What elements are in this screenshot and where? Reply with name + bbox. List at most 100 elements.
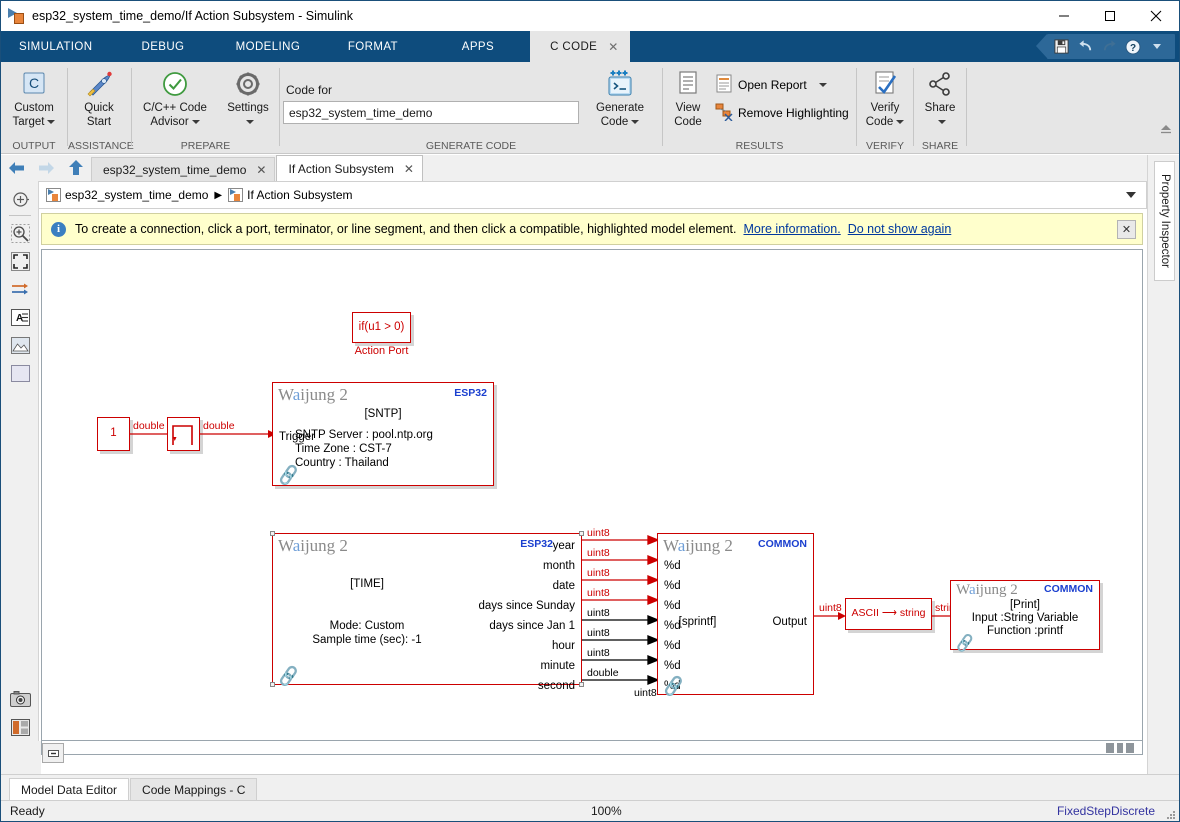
group-label-prepare: PREPARE — [180, 140, 231, 152]
close-icon[interactable]: ✕ — [1117, 220, 1136, 239]
minimize-button[interactable] — [1041, 1, 1087, 31]
share-label: Share — [924, 102, 956, 114]
share-button[interactable]: Share — [916, 67, 964, 129]
model-tab-if-action-subsystem[interactable]: If Action Subsystem ✕ — [276, 155, 423, 181]
model-tab-esp32-system-time-demo[interactable]: esp32_system_time_demo ✕ — [91, 157, 276, 181]
window-controls — [1041, 1, 1179, 31]
close-icon[interactable]: ✕ — [256, 163, 266, 177]
quick-start-button[interactable]: Quick Start — [72, 67, 126, 129]
sprintf-tag: [sprintf] — [678, 616, 717, 628]
chevron-down-icon[interactable] — [818, 83, 827, 87]
settings-caret[interactable] — [243, 115, 254, 129]
notification-bar: i To create a connection, click a port, … — [41, 213, 1143, 245]
back-button[interactable] — [1, 155, 31, 181]
verify-code-label-2: Code — [866, 115, 905, 129]
fit-to-screen-icon[interactable] — [10, 251, 31, 272]
status-solver[interactable]: FixedStepDiscrete — [1057, 804, 1155, 818]
canvas-horizontal-scrollbar[interactable] — [41, 741, 1143, 755]
image-icon[interactable] — [10, 335, 31, 356]
constant-block[interactable]: 1 — [97, 417, 130, 451]
verify-icon — [871, 67, 899, 101]
chevron-down-icon[interactable] — [245, 119, 254, 124]
time-outport-days-since-sunday: days since Sunday — [478, 600, 575, 612]
chevron-down-icon[interactable] — [631, 119, 640, 124]
property-inspector-panel[interactable]: Property Inspector — [1147, 155, 1179, 774]
tab-simulation[interactable]: SIMULATION — [1, 31, 110, 62]
zoom-in-icon[interactable] — [10, 223, 31, 244]
model-canvas[interactable]: if(u1 > 0) Action Port 1 double double W… — [41, 249, 1143, 741]
tab-debug[interactable]: DEBUG — [110, 31, 215, 62]
do-not-show-again-link[interactable]: Do not show again — [848, 222, 952, 236]
quick-access-dropdown-icon[interactable] — [1145, 36, 1169, 58]
close-icon[interactable]: ✕ — [608, 40, 618, 54]
tab-c-code[interactable]: C CODE ✕ — [530, 31, 631, 62]
undo-icon[interactable] — [1073, 36, 1097, 58]
up-to-parent-button[interactable] — [61, 155, 91, 181]
ascii-to-string-block[interactable]: ASCII ⟶ string — [845, 598, 932, 630]
code-advisor-button[interactable]: C/C++ Code Advisor — [134, 67, 216, 129]
time-sample: Sample time (sec): -1 — [312, 634, 422, 646]
close-icon[interactable]: ✕ — [404, 162, 414, 176]
ribbon-group-prepare: C/C++ Code Advisor Settings PREPARE — [132, 62, 279, 154]
close-button[interactable] — [1133, 1, 1179, 31]
action-port-block[interactable]: if(u1 > 0) — [352, 312, 411, 343]
group-label-output: OUTPUT — [12, 140, 56, 152]
sprintf-block[interactable]: Waijung 2 COMMON %d %d %d %d %d %d %d [s… — [657, 533, 814, 698]
collapse-ribbon-button[interactable] — [1159, 123, 1173, 137]
layout-icon[interactable] — [10, 717, 31, 738]
maximize-button[interactable] — [1087, 1, 1133, 31]
time-block[interactable]: Waijung 2 ESP32 [TIME] Mode: Custom Samp… — [272, 533, 582, 692]
chevron-down-icon[interactable] — [47, 119, 56, 124]
save-icon[interactable] — [1049, 36, 1073, 58]
annotation-icon[interactable]: A — [10, 307, 31, 328]
rocket-icon — [84, 67, 114, 101]
verify-code-button[interactable]: Verify Code — [859, 67, 911, 129]
property-inspector-tab[interactable]: Property Inspector — [1154, 161, 1175, 281]
selection-handle[interactable] — [270, 682, 275, 687]
tab-apps[interactable]: APPS — [425, 31, 530, 62]
share-caret[interactable] — [935, 115, 946, 129]
more-information-link[interactable]: More information. — [743, 222, 840, 236]
chevron-down-icon[interactable] — [937, 119, 946, 124]
status-zoom-level[interactable]: 100% — [591, 804, 622, 818]
resize-grip-icon[interactable] — [1166, 809, 1176, 819]
time-outport-year: year — [552, 540, 575, 552]
scrollbar-grip[interactable] — [1106, 743, 1134, 753]
step-block[interactable] — [167, 417, 200, 451]
gear-icon — [234, 67, 262, 101]
sntp-server: SNTP Server : pool.ntp.org — [295, 429, 433, 441]
bottom-tab-code-mappings[interactable]: Code Mappings - C — [130, 778, 258, 800]
fit-to-view-icon[interactable] — [10, 189, 31, 210]
view-code-button[interactable]: View Code — [667, 67, 709, 129]
simulink-app-icon — [8, 7, 26, 25]
tab-format[interactable]: FORMAT — [320, 31, 425, 62]
generate-code-button[interactable]: Generate Code — [587, 67, 653, 129]
breadcrumb-item-model[interactable]: esp32_system_time_demo — [65, 188, 208, 202]
breadcrumb-dropdown-icon[interactable] — [1126, 192, 1136, 198]
breadcrumb-item-subsystem[interactable]: If Action Subsystem — [247, 188, 352, 202]
ribbon-group-share: Share SHARE — [914, 62, 966, 154]
code-for-input[interactable] — [283, 101, 579, 124]
settings-button[interactable]: Settings — [220, 67, 276, 129]
help-icon[interactable]: ? — [1121, 36, 1145, 58]
open-report-button[interactable]: Open Report — [715, 74, 827, 96]
sntp-block[interactable]: Waijung 2 ESP32 [SNTP] SNTP Server : poo… — [272, 382, 494, 487]
custom-target-button[interactable]: C Custom Target — [5, 67, 63, 129]
bottom-tab-model-data-editor[interactable]: Model Data Editor — [9, 778, 130, 800]
property-inspector-label: Property Inspector — [1158, 174, 1171, 268]
signal-routing-icon[interactable] — [10, 279, 31, 300]
forward-button[interactable] — [31, 155, 61, 181]
chevron-down-icon[interactable] — [896, 119, 905, 124]
remove-highlighting-label: Remove Highlighting — [738, 106, 849, 120]
group-label-share: SHARE — [921, 140, 959, 152]
tab-modeling[interactable]: MODELING — [215, 31, 320, 62]
minimize-panel-button[interactable] — [42, 743, 64, 763]
camera-icon[interactable] — [10, 689, 31, 710]
remove-highlighting-button[interactable]: Remove Highlighting — [715, 102, 849, 124]
redo-icon[interactable] — [1097, 36, 1121, 58]
time-mode: Mode: Custom — [329, 620, 405, 632]
chevron-down-icon[interactable] — [191, 119, 200, 124]
print-block[interactable]: Waijung 2 COMMON [Print] Input :String V… — [950, 580, 1100, 653]
area-icon[interactable] — [10, 363, 31, 384]
selection-handle[interactable] — [270, 531, 275, 536]
